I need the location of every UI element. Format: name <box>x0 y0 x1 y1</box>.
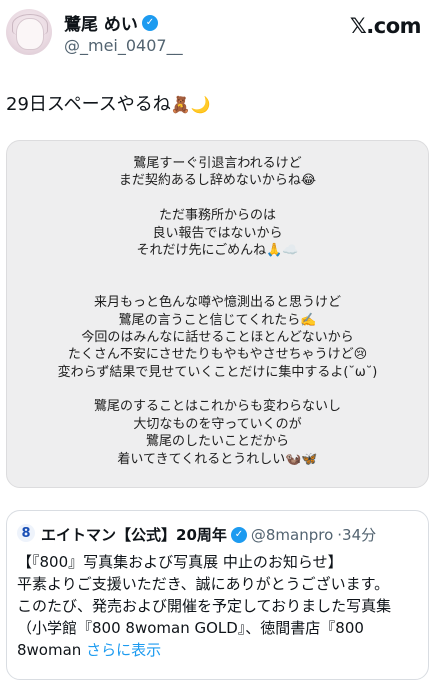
profile-avatar[interactable] <box>6 9 52 55</box>
image-text-line: ただ事務所からのは <box>158 208 276 224</box>
image-text-line: 着いてきてくれるとうれしい🦦🦋 <box>117 451 318 467</box>
image-text-line: たくさん不安にさせたりもやもやさせちゃうけど😢 <box>67 347 368 363</box>
image-text-line: 鷺尾のすることはこれからも変わらないし <box>93 399 341 415</box>
image-text-line: 鷺尾すーぐ引退言われるけど <box>133 156 302 171</box>
image-text-line: 良い報告ではないから <box>152 225 283 241</box>
image-text-line: 変わらず結果で見せていくことだけに集中するよ(˘ω˘) <box>57 364 378 380</box>
image-text-line: 大切なものを守っていくのが <box>133 416 302 432</box>
image-text-line <box>7 381 428 398</box>
image-text-line: 来月もっと色んな噂や憶測出ると思うけど <box>93 295 341 311</box>
quoted-header: エイトマン【公式】20周年 ✓ @8manpro ·34分 <box>41 524 376 545</box>
image-text-line: 鷺尾のしたいことだから <box>145 434 289 450</box>
image-text-line <box>7 277 428 294</box>
image-text-line: 今回のはみんなに話せることほとんどないから <box>81 329 354 345</box>
quoted-line: （小学館『800 8woman GOLD』、徳間書店『800 <box>17 619 364 637</box>
quoted-avatar[interactable]: 8 <box>17 524 35 542</box>
quoted-line: このたび、発売および開催を予定しておりました写真集 <box>17 597 392 615</box>
tweet-text: 29日スペースやるね🧸🌙 <box>6 90 211 116</box>
quoted-body: 【『800』写真集および写真展 中止のお知らせ】 平素よりご支援いただき、誠にあ… <box>17 551 420 661</box>
tweet-text-body: 29日スペースやるね <box>6 94 171 115</box>
verified-badge-icon: ✓ <box>141 14 158 31</box>
user-handle[interactable]: @_mei_0407__ <box>64 36 183 55</box>
image-text-line: まだ契約あるし辞めないからね😂 <box>118 173 317 189</box>
show-more-link[interactable]: さらに表示 <box>86 641 161 659</box>
x-logo[interactable]: 𝕏.com <box>350 14 422 38</box>
quoted-last-line-text: 8woman <box>17 641 87 659</box>
quoted-line: 【『800』写真集および写真展 中止のお知らせ】 <box>17 553 343 571</box>
image-text-line <box>7 190 428 207</box>
image-text-block: 鷺尾すーぐ引退言われるけど まだ契約あるし辞めないからね😂 ただ事務所からのは … <box>7 155 428 468</box>
display-name-text: 鷺尾 めい <box>64 15 138 35</box>
quoted-timestamp[interactable]: ·34分 <box>337 524 376 545</box>
avatar-face <box>16 18 44 50</box>
tweet-image[interactable]: 鷺尾すーぐ引退言われるけど まだ契約あるし辞めないからね😂 ただ事務所からのは … <box>6 140 429 488</box>
quoted-tweet[interactable]: 8 エイトマン【公式】20周年 ✓ @8manpro ·34分 【『800』写真… <box>6 510 429 680</box>
bear-moon-emoji-icon: 🧸🌙 <box>170 95 211 114</box>
display-name[interactable]: 鷺尾 めい ✓ <box>64 10 158 35</box>
image-text-line: それだけ先にごめんね🙏☁️ <box>136 242 299 258</box>
quoted-last-line: 8woman さらに表示 <box>17 639 420 661</box>
image-text-line: 鷺尾の言うこと信じてくれたら✍️ <box>118 312 317 328</box>
quoted-line: 平素よりご支援いただき、誠にありがとうございます。 <box>17 575 390 593</box>
image-text-line <box>7 259 428 276</box>
quoted-verified-badge-icon: ✓ <box>230 526 247 543</box>
quoted-handle[interactable]: @8manpro <box>251 526 333 544</box>
quoted-name[interactable]: エイトマン【公式】20周年 <box>41 524 227 545</box>
